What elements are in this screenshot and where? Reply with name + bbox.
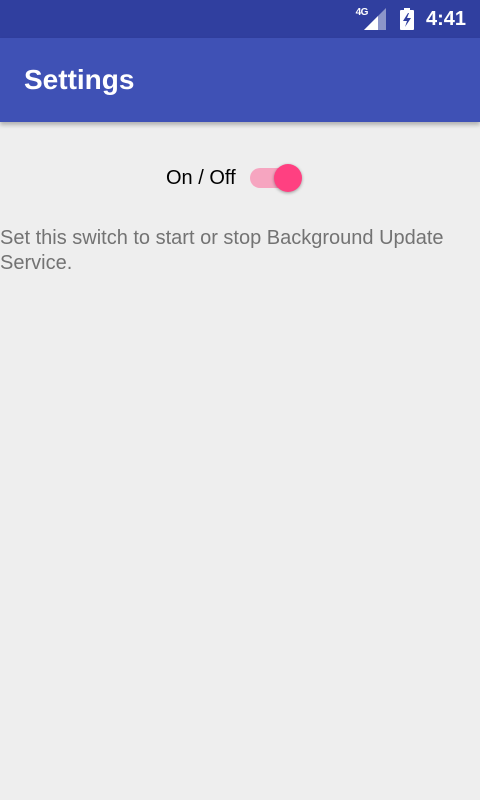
switch-description: Set this switch to start or stop Backgro… [0,227,444,274]
status-bar: 4G 4:41 [0,0,480,38]
network-type-label: 4G [355,6,369,18]
background-service-switch[interactable] [249,158,304,198]
app-bar: Settings [0,38,480,122]
battery-charging-icon [399,8,414,30]
status-icons: 4G 4:41 [356,0,466,38]
switch-thumb [273,164,302,192]
service-switch-row: On / Off [166,158,304,198]
page-title: Settings [24,64,135,95]
status-clock: 4:41 [425,7,466,30]
switch-label: On / Off [166,166,236,189]
